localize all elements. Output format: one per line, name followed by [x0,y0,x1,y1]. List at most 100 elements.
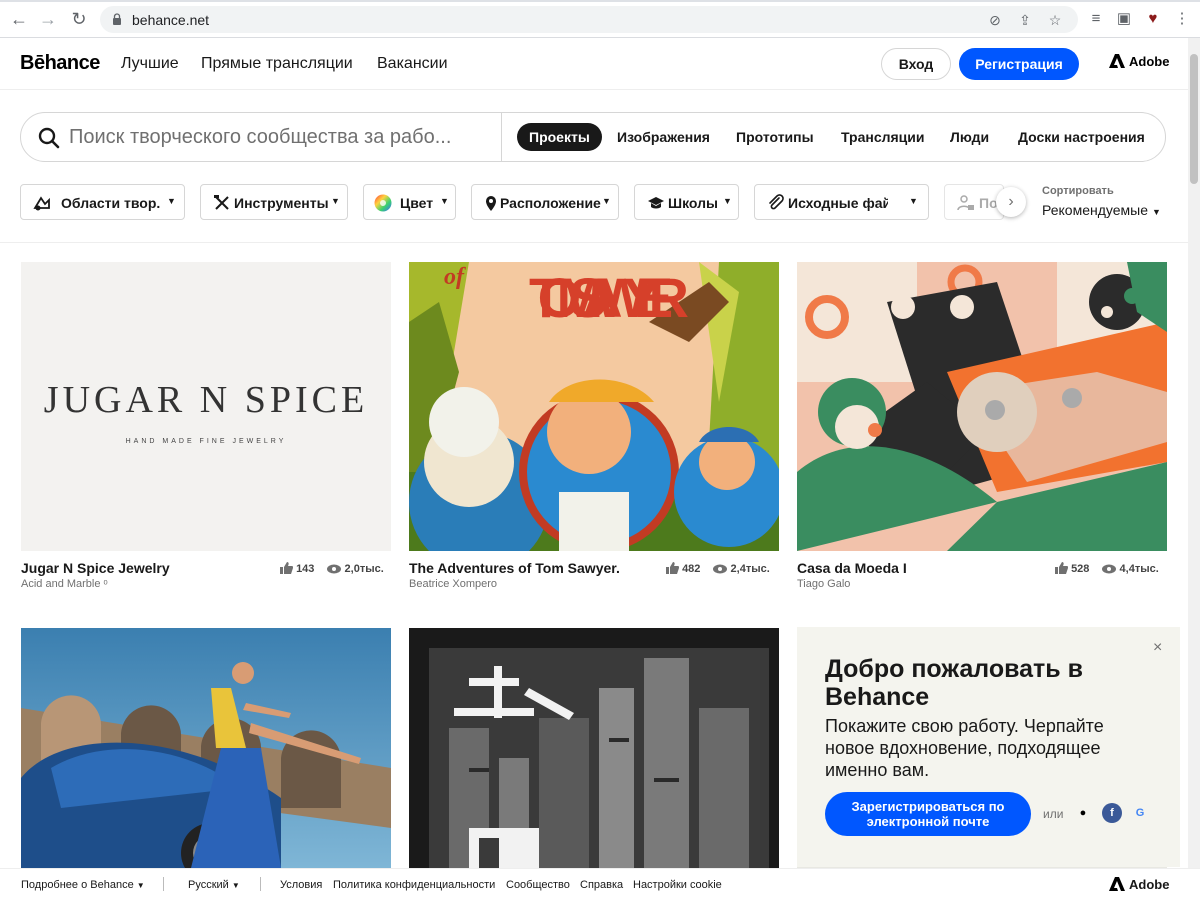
footer-language[interactable]: Русский ▼ [188,879,240,891]
footer-privacy[interactable]: Политика конфиденциальности [333,879,495,891]
browser-chrome: ← → ↻ behance.net ⊘ ⇪ ☆ ≡ ▣ ♥ ⋮ [0,0,1200,38]
behance-logo[interactable]: Bēhance [20,52,100,75]
more-menu-icon[interactable]: ⋮ [1172,9,1192,29]
project-title[interactable]: Jugar N Spice Jewelry [21,560,170,576]
tab-moodboards[interactable]: Доски настроения [1006,123,1157,151]
tab-livestreams[interactable]: Трансляции [829,123,936,151]
chevron-right-icon[interactable]: › [996,187,1026,217]
reload-icon[interactable]: ↻ [68,8,90,30]
project-thumbnail-city[interactable] [409,628,779,868]
chevron-down-icon: ▼ [723,196,732,206]
footer-terms[interactable]: Условия [280,879,322,891]
filter-color[interactable]: Цвет ▼ [363,184,456,220]
chevron-down-icon: ▼ [136,881,145,890]
scrollbar-thumb[interactable] [1190,54,1198,184]
tab-projects[interactable]: Проекты [517,123,602,151]
filter-color-label: Цвет [400,195,434,211]
forward-arrow-icon[interactable]: → [37,8,59,30]
nav-jobs[interactable]: Вакансии [377,55,448,73]
project-owner[interactable]: Tiago Galo [797,578,850,590]
eye-icon [1102,564,1117,574]
project-owner[interactable]: Acid and Marble ᵒ [21,578,108,590]
site-header: Bēhance Лучшие Прямые трансляции Ваканси… [0,38,1188,90]
footer-adobe-logo[interactable]: Adobe [1109,877,1169,892]
or-label: или [1043,807,1064,821]
project-title[interactable]: Casa da Moeda I [797,560,907,576]
back-arrow-icon[interactable]: ← [8,8,30,30]
filter-creative-fields[interactable]: Области твор... ▼ [20,184,185,220]
media-queue-icon[interactable]: ≡ [1086,9,1106,29]
chevron-down-icon: ▼ [167,196,176,206]
project-stats: 528 4,4тыс. [1055,562,1159,575]
extension-icon[interactable]: ♥ [1143,9,1163,29]
thumbs-up-icon [666,562,679,574]
project-owner[interactable]: Beatrice Xompero [409,578,497,590]
filter-more[interactable]: По [944,184,1004,220]
address-bar[interactable]: behance.net ⊘ ⇪ ☆ [100,6,1078,33]
signup-email-button[interactable]: Зарегистрироваться по электронной почте [825,792,1031,836]
footer-separator [163,877,164,891]
site-footer: Подробнее о Behance ▼ Русский ▼ Условия … [0,868,1200,898]
search-input[interactable] [69,123,501,151]
tab-people[interactable]: Люди [938,123,1001,151]
footer-separator [260,877,261,891]
location-pin-icon [486,196,496,211]
nav-best[interactable]: Лучшие [121,55,179,73]
like-count: 143 [296,563,315,575]
filter-schools[interactable]: Школы ▼ [634,184,739,220]
filter-source-files[interactable]: Исходные фай ▼ [754,184,929,220]
filter-creative-fields-label: Области твор... [61,195,161,211]
project-thumbnail-tom-sawyer[interactable]: of TOM SAWYER [409,262,779,551]
tab-images[interactable]: Изображения [605,123,722,151]
url-text[interactable]: behance.net [132,12,209,28]
like-count: 528 [1071,563,1090,575]
car-photo-artwork [21,628,391,868]
login-button[interactable]: Вход [881,48,951,80]
jugar-spice-tagline: HAND MADE FINE JEWELRY [126,438,287,445]
share-icon[interactable]: ⇪ [1016,11,1034,29]
tab-prototypes[interactable]: Прототипы [724,123,826,151]
footer-about-label: Подробнее о Behance [21,879,134,891]
chevron-down-icon: ▼ [909,196,918,206]
filter-source-files-label: Исходные фай [788,195,888,211]
project-thumbnail-casa-da-moeda[interactable] [797,262,1167,551]
footer-adobe-text: Adobe [1129,877,1170,892]
footer-cookie-settings[interactable]: Настройки cookie [633,879,722,891]
filter-more-label: По [979,195,998,211]
lock-icon [113,13,121,25]
project-title[interactable]: The Adventures of Tom Sawyer. [409,560,620,576]
filter-location[interactable]: Расположение ▼ [471,184,619,220]
search-divider [501,113,502,161]
welcome-text: Покажите свою работу. Черпайте новое вдо… [825,716,1104,780]
adobe-logo-text: Adobe [1129,54,1170,69]
nav-livestreams[interactable]: Прямые трансляции [201,55,353,73]
signup-button[interactable]: Регистрация [959,48,1079,80]
apple-icon[interactable]: ● [1073,803,1093,823]
eye-off-icon[interactable]: ⊘ [986,11,1004,29]
paperclip-icon [769,194,784,210]
sort-value: Рекомендуемые [1042,202,1148,218]
footer-help[interactable]: Справка [580,879,623,891]
eye-icon [713,564,728,574]
google-icon[interactable]: G [1130,803,1150,823]
footer-language-label: Русский [188,879,229,891]
tom-sawyer-artwork: of TOM SAWYER [409,262,779,551]
footer-community[interactable]: Сообщество [506,879,570,891]
filter-tools[interactable]: Инструменты ▼ [200,184,348,220]
side-panel-icon[interactable]: ▣ [1114,9,1134,29]
adobe-logo[interactable]: Adobe [1109,54,1169,69]
tab-strip-edge [0,0,1200,2]
sort-dropdown[interactable]: Рекомендуемые ▼ [1042,202,1161,218]
page-scrollbar[interactable] [1188,38,1200,868]
jugar-spice-artwork: JUGAR N SPICE HAND MADE FINE JEWELRY [44,379,364,445]
filter-tools-label: Инструменты [234,195,329,211]
project-thumbnail-car-photo[interactable] [21,628,391,868]
footer-about[interactable]: Подробнее о Behance ▼ [21,879,145,891]
view-count: 2,0тыс. [344,563,384,575]
adobe-mark-icon [1109,877,1125,891]
chevron-down-icon: ▼ [331,196,340,206]
star-icon[interactable]: ☆ [1046,11,1064,29]
facebook-icon[interactable]: f [1102,803,1122,823]
project-thumbnail-jugar[interactable]: JUGAR N SPICE HAND MADE FINE JEWELRY [21,262,391,551]
close-icon[interactable]: × [1153,639,1162,657]
